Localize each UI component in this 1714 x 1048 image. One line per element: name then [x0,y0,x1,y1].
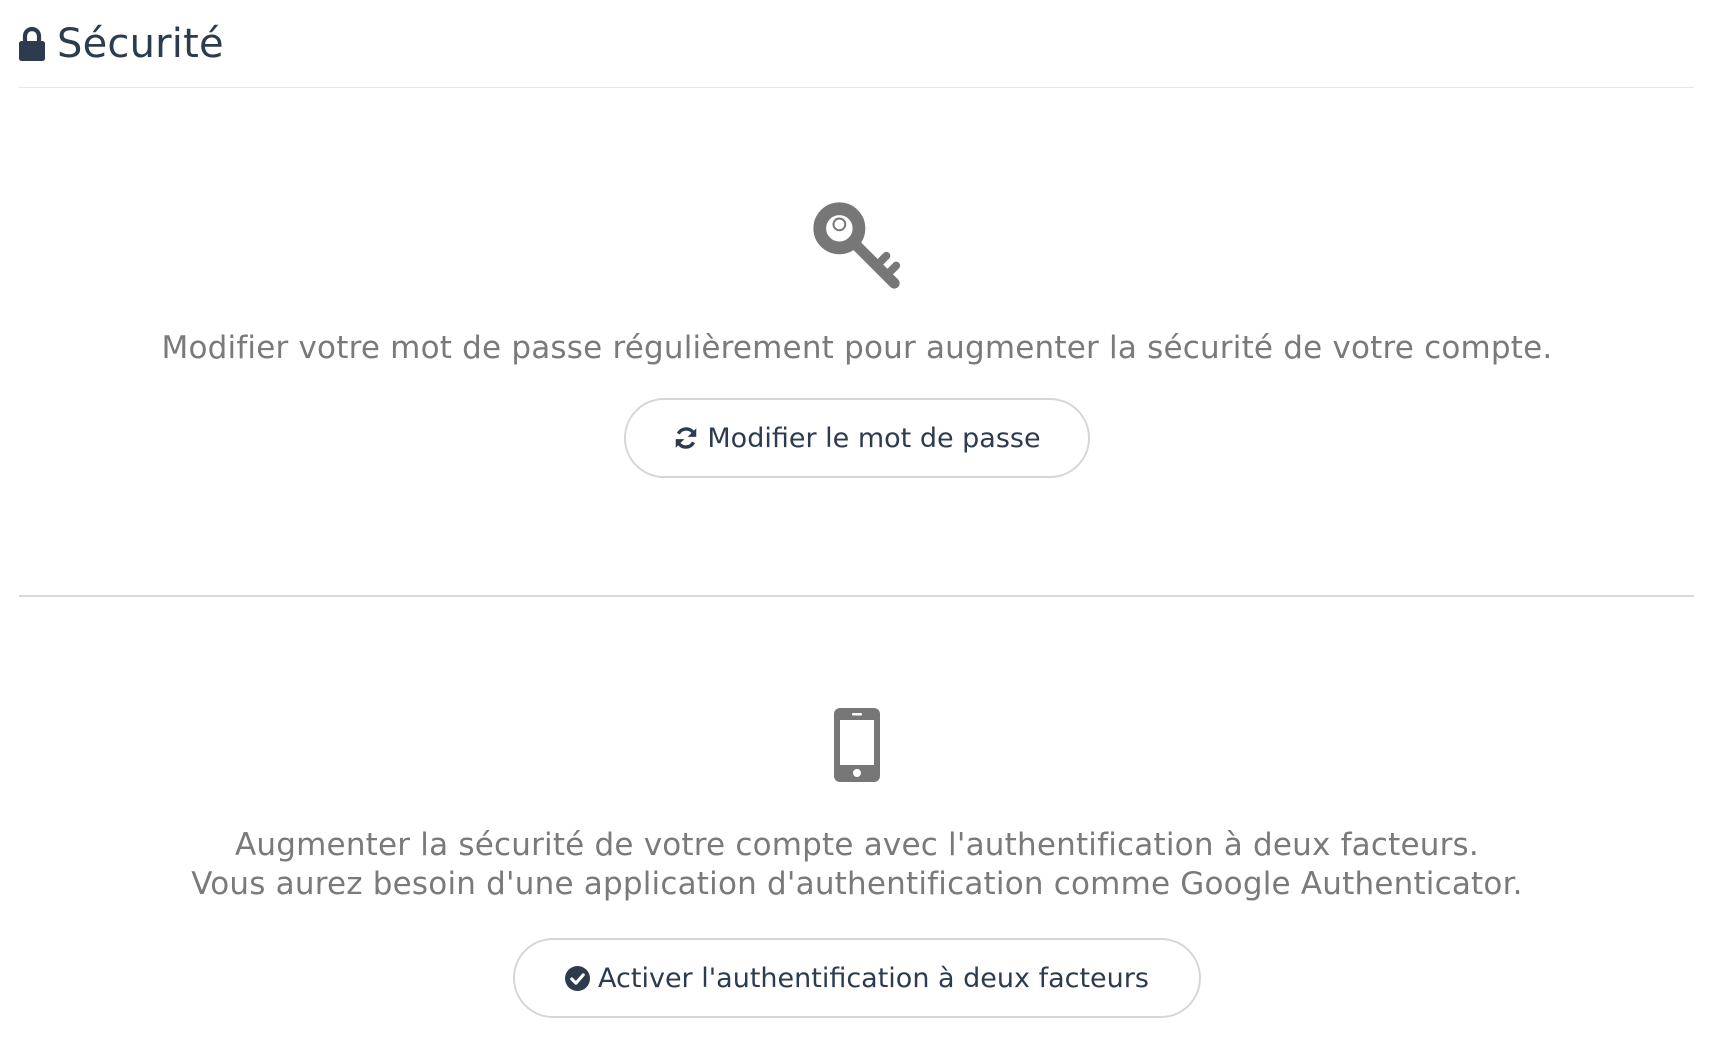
section-divider [19,595,1694,597]
page-header: Sécurité [19,14,224,74]
mobile-phone-icon [834,708,880,782]
change-password-button[interactable]: Modifier le mot de passe [624,398,1090,478]
refresh-icon [673,425,699,451]
twofa-description-line2: Vous aurez besoin d'une application d'au… [191,866,1523,902]
twofa-description-line1: Augmenter la sécurité de votre compte av… [235,827,1479,863]
twofa-description: Augmenter la sécurité de votre compte av… [191,826,1522,904]
change-password-label: Modifier le mot de passe [707,422,1041,454]
key-icon [808,195,906,293]
password-description-text: Modifier votre mot de passe régulièremen… [161,330,1553,366]
page-title: Sécurité [57,21,224,67]
password-description: Modifier votre mot de passe régulièremen… [162,329,1553,368]
twofa-section: Augmenter la sécurité de votre compte av… [0,708,1714,1018]
check-circle-icon [565,965,591,991]
enable-2fa-label: Activer l'authentification à deux facteu… [598,962,1149,994]
lock-icon [19,27,45,61]
password-section: Modifier votre mot de passe régulièremen… [0,195,1714,478]
header-divider [19,87,1694,88]
security-page: Sécurité Modifier votre mot de passe rég… [0,0,1714,1048]
enable-2fa-button[interactable]: Activer l'authentification à deux facteu… [513,938,1201,1018]
